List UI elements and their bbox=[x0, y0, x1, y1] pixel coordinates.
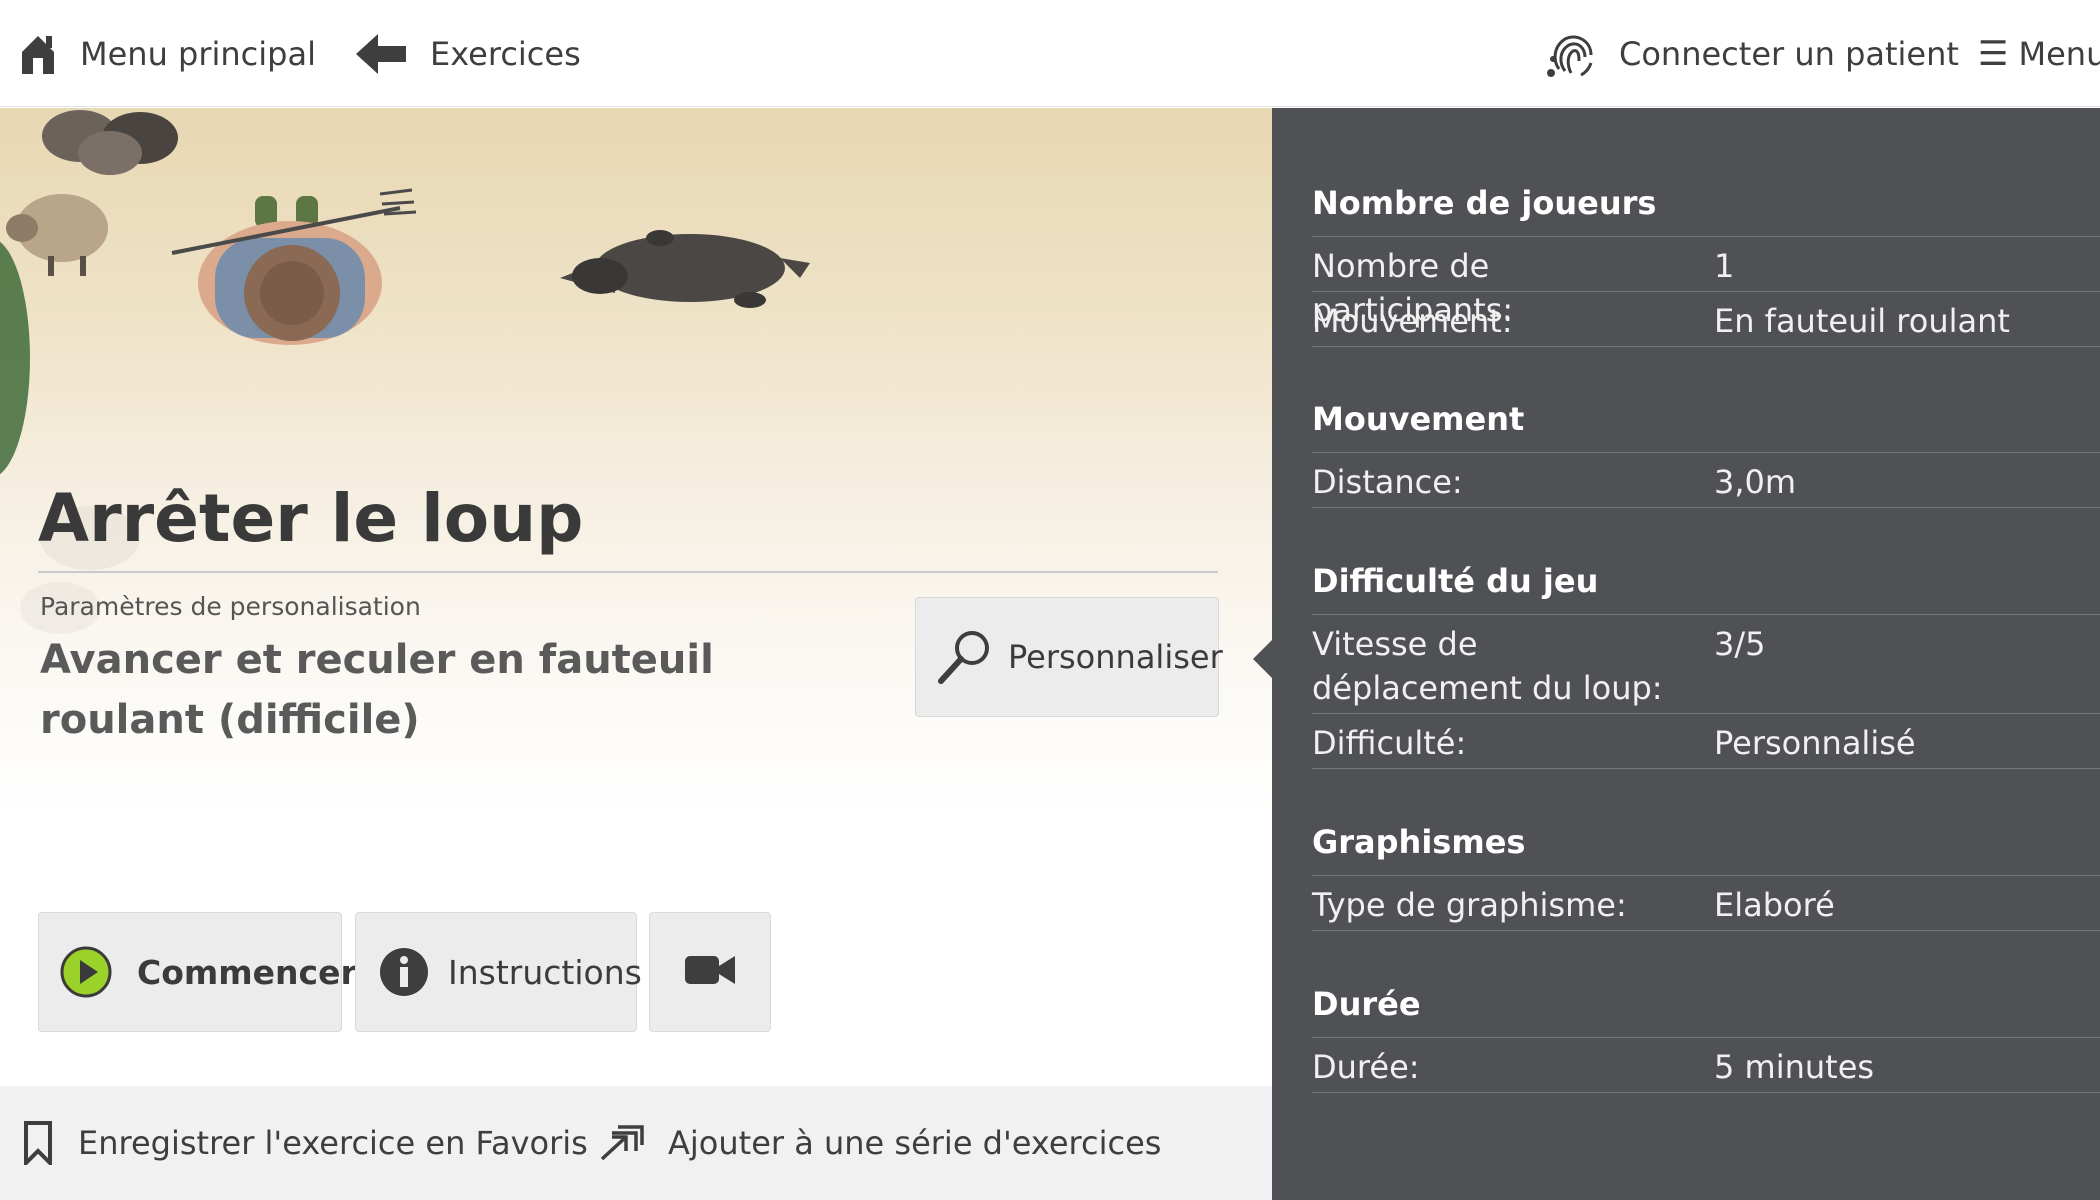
row-value-difficulty: Personnalisé bbox=[1714, 724, 1916, 762]
row-label-movement: Mouvement: bbox=[1312, 302, 1513, 340]
add-to-series-label: Ajouter à une série d'exercices bbox=[668, 1124, 1162, 1162]
menu-button[interactable]: ☰ Menu bbox=[1978, 0, 2100, 107]
exercise-settings-panel: Nombre de joueurs Nombre de participants… bbox=[1272, 108, 2100, 1200]
add-to-list-icon bbox=[598, 1123, 644, 1163]
row-value-duration: 5 minutes bbox=[1714, 1048, 1875, 1086]
row-label-wolf-speed: Vitesse de déplacement du loup: bbox=[1312, 625, 1663, 707]
game-artwork bbox=[0, 110, 810, 634]
section-rule bbox=[1312, 875, 2100, 876]
farmer-illustration bbox=[171, 188, 417, 345]
exercise-title: Arrêter le loup bbox=[38, 480, 584, 557]
row-value-wolf-speed: 3/5 bbox=[1714, 625, 1766, 663]
settings-caption: Paramètres de personalisation bbox=[40, 592, 421, 621]
instructions-button[interactable]: Instructions bbox=[355, 912, 642, 1032]
hamburger-icon: ☰ bbox=[1978, 33, 2009, 74]
row-rule bbox=[1312, 346, 2100, 347]
row-rule bbox=[1312, 291, 2100, 292]
video-camera-icon bbox=[683, 952, 737, 992]
wolf-illustration bbox=[560, 230, 810, 308]
exercises-back-link[interactable]: Exercices bbox=[354, 0, 581, 107]
section-rule bbox=[1312, 614, 2100, 615]
row-label-difficulty: Difficulté: bbox=[1312, 724, 1467, 762]
main-menu-link[interactable]: Menu principal bbox=[18, 0, 316, 107]
video-button[interactable] bbox=[649, 912, 771, 1032]
section-rule bbox=[1312, 452, 2100, 453]
save-favorite-label: Enregistrer l'exercice en Favoris bbox=[78, 1124, 588, 1162]
add-to-series-link[interactable]: Ajouter à une série d'exercices bbox=[598, 1086, 1161, 1200]
play-icon bbox=[59, 945, 113, 999]
row-rule bbox=[1312, 507, 2100, 508]
row-label-duration: Durée: bbox=[1312, 1048, 1420, 1086]
personalize-button[interactable]: Personnaliser bbox=[915, 597, 1223, 717]
bookmark-icon bbox=[22, 1121, 54, 1165]
main-menu-label: Menu principal bbox=[80, 34, 316, 73]
row-rule bbox=[1312, 930, 2100, 931]
top-navigation-bar: Menu principal Exercices Connecter un pa… bbox=[0, 0, 2100, 107]
home-icon bbox=[18, 32, 58, 76]
start-button[interactable]: Commencer bbox=[38, 912, 357, 1032]
exercise-footer-actions: Enregistrer l'exercice en Favoris Ajoute… bbox=[0, 1086, 1272, 1200]
personalize-label: Personnaliser bbox=[1008, 638, 1223, 676]
start-label: Commencer bbox=[137, 952, 357, 992]
row-value-distance: 3,0m bbox=[1714, 463, 1797, 501]
connect-patient-label: Connecter un patient bbox=[1619, 34, 1959, 73]
configuration-name: Avancer et reculer en fauteuil roulant (… bbox=[40, 637, 714, 743]
row-rule bbox=[1312, 1092, 2100, 1093]
row-value-participants: 1 bbox=[1714, 247, 1735, 285]
exercises-back-label: Exercices bbox=[430, 34, 581, 73]
section-rule bbox=[1312, 236, 2100, 237]
instructions-label: Instructions bbox=[448, 952, 642, 992]
row-rule bbox=[1312, 768, 2100, 769]
fingerprint-icon bbox=[1545, 29, 1597, 79]
section-title-duration: Durée bbox=[1312, 985, 1421, 1023]
info-icon bbox=[378, 946, 430, 998]
row-value-movement: En fauteuil roulant bbox=[1714, 302, 2010, 340]
panel-pointer bbox=[1253, 639, 1273, 679]
section-title-movement: Mouvement bbox=[1312, 400, 1525, 438]
sheep-illustration bbox=[6, 110, 178, 276]
section-title-players: Nombre de joueurs bbox=[1312, 184, 1657, 222]
row-rule bbox=[1312, 713, 2100, 714]
exercise-hero: Arrêter le loup Paramètres de personalis… bbox=[0, 108, 1272, 1086]
arrow-left-icon bbox=[354, 32, 408, 76]
magnifier-icon bbox=[936, 628, 992, 686]
row-label-distance: Distance: bbox=[1312, 463, 1463, 501]
row-label-graphics-type: Type de graphisme: bbox=[1312, 886, 1627, 924]
row-value-graphics-type: Elaboré bbox=[1714, 886, 1835, 924]
section-rule bbox=[1312, 1037, 2100, 1038]
menu-label: Menu bbox=[2018, 34, 2100, 73]
save-favorite-link[interactable]: Enregistrer l'exercice en Favoris bbox=[22, 1086, 588, 1200]
section-title-graphics: Graphismes bbox=[1312, 823, 1526, 861]
title-divider bbox=[38, 571, 1218, 573]
section-title-difficulty: Difficulté du jeu bbox=[1312, 562, 1599, 600]
connect-patient-button[interactable]: Connecter un patient bbox=[1545, 0, 1959, 107]
